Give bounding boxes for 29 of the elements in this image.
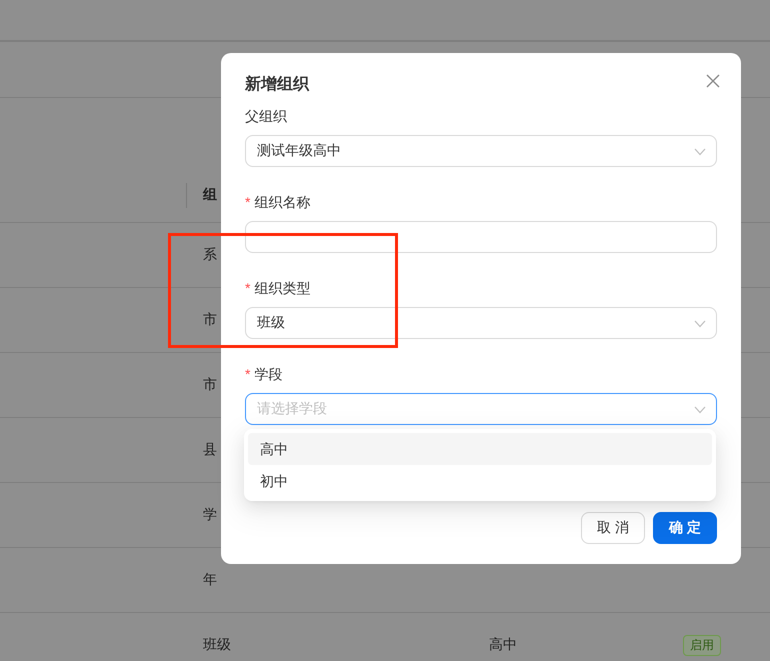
table-cell: 系 xyxy=(203,246,217,264)
table-cell: 年 xyxy=(203,571,217,589)
input-field[interactable] xyxy=(245,221,717,253)
field-label: 学段 xyxy=(254,365,282,384)
cancel-button[interactable]: 取 消 xyxy=(581,512,645,544)
table-cell: 市 xyxy=(203,376,217,394)
select-field[interactable]: 班级 xyxy=(245,307,717,339)
dropdown-option[interactable]: 初中 xyxy=(248,465,712,497)
chevron-down-icon xyxy=(694,148,706,156)
confirm-button[interactable]: 确 定 xyxy=(653,512,717,544)
field-label: 组织类型 xyxy=(254,279,310,298)
dialog-title: 新增组织 xyxy=(245,74,309,95)
column-header: 组 xyxy=(203,186,217,204)
table-cell: 高中 xyxy=(489,636,517,654)
chevron-down-icon xyxy=(694,406,706,414)
required-mark: * xyxy=(245,279,250,298)
required-mark: * xyxy=(245,365,250,384)
table-cell: 班级 xyxy=(203,636,231,654)
field-label: 父组织 xyxy=(245,107,287,126)
table-cell: 市 xyxy=(203,311,217,329)
select-field[interactable]: 测试年级高中 xyxy=(245,135,717,167)
status-tag: 启用 xyxy=(683,634,721,656)
chevron-down-icon xyxy=(694,320,706,328)
close-icon[interactable] xyxy=(706,74,720,88)
dropdown-option[interactable]: 高中 xyxy=(248,433,712,465)
table-cell: 学 xyxy=(203,506,217,524)
field-label: 组织名称 xyxy=(254,193,310,212)
required-mark: * xyxy=(245,193,250,212)
table-cell: 县 xyxy=(203,441,217,459)
